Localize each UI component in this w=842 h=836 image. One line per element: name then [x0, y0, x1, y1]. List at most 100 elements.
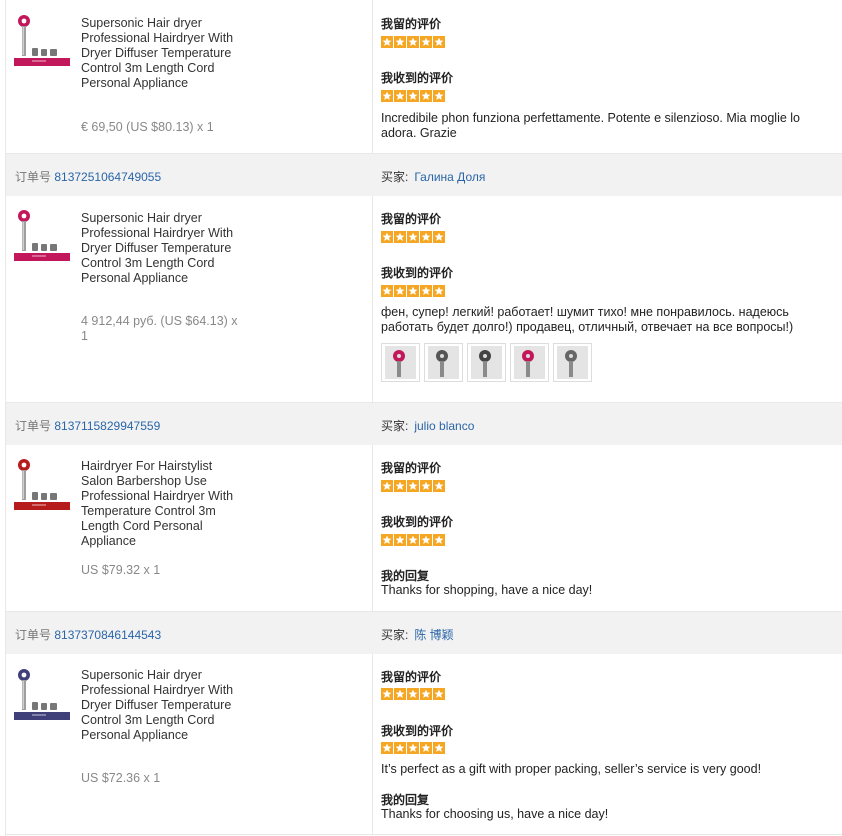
star-icon — [381, 480, 393, 492]
star-icon — [420, 688, 432, 700]
product-title[interactable]: Supersonic Hair dryer Professional Haird… — [81, 211, 241, 286]
star-icon — [433, 742, 445, 754]
hair-dryer-icon — [14, 207, 70, 263]
star-icon — [420, 231, 432, 243]
review-photos — [381, 343, 592, 382]
review-photo-image — [471, 346, 502, 379]
buyer-label: 买家: — [381, 170, 409, 184]
star-icon — [394, 285, 406, 297]
received-review-label: 我收到的评价 — [381, 724, 454, 738]
my-review-label: 我留的评价 — [381, 670, 442, 684]
order-header: 订单号 8137370846144543 买家: 陈 博颖 — [6, 612, 842, 654]
buyer-label: 买家: — [381, 419, 409, 433]
buyer-name-link[interactable]: julio blanco — [414, 419, 474, 433]
star-icon — [407, 90, 419, 102]
order-row: Supersonic Hair dryer Professional Haird… — [6, 196, 842, 403]
star-icon — [433, 688, 445, 700]
star-icon — [407, 231, 419, 243]
review-photo-image — [514, 346, 545, 379]
received-review-label: 我收到的评价 — [381, 71, 454, 85]
product-title[interactable]: Supersonic Hair dryer Professional Haird… — [81, 668, 241, 743]
my-reply-label: 我的回复 — [381, 793, 430, 807]
star-icon — [433, 285, 445, 297]
received-rating-stars — [381, 285, 445, 297]
my-reply-text: Thanks for choosing us, have a nice day! — [381, 807, 609, 821]
product-thumbnail[interactable] — [14, 12, 70, 68]
order-header: 订单号 8137251064749055 买家: Галина Доля — [6, 154, 842, 196]
review-photo[interactable] — [553, 343, 592, 382]
product-price: US $72.36 x 1 — [81, 771, 161, 785]
star-icon — [433, 231, 445, 243]
order-number-label: 订单号 — [15, 628, 52, 642]
my-rating-stars — [381, 688, 445, 700]
received-review-label: 我收到的评价 — [381, 266, 454, 280]
received-review-text: Incredibile phon funziona perfettamente.… — [381, 111, 801, 140]
my-rating-stars — [381, 36, 445, 48]
star-icon — [381, 688, 393, 700]
star-icon — [394, 688, 406, 700]
buyer-label: 买家: — [381, 628, 409, 642]
star-icon — [394, 231, 406, 243]
order-header: 订单号 8137115829947559 买家: julio blanco — [6, 403, 842, 445]
star-icon — [420, 90, 432, 102]
product-title[interactable]: Supersonic Hair dryer Professional Haird… — [81, 16, 241, 91]
review-photo-image — [385, 346, 416, 379]
my-review-label: 我留的评价 — [381, 212, 442, 226]
hair-dryer-icon — [14, 666, 70, 722]
order-number-link[interactable]: 8137370846144543 — [54, 628, 161, 642]
star-icon — [381, 231, 393, 243]
product-price: € 69,50 (US $80.13) x 1 — [81, 120, 214, 134]
order-number-label: 订单号 — [15, 419, 52, 433]
star-icon — [394, 480, 406, 492]
star-icon — [407, 285, 419, 297]
received-rating-stars — [381, 90, 445, 102]
order-number-link[interactable]: 8137251064749055 — [54, 170, 161, 184]
product-thumbnail[interactable] — [14, 207, 70, 263]
star-icon — [394, 90, 406, 102]
star-icon — [420, 36, 432, 48]
star-icon — [394, 534, 406, 546]
star-icon — [433, 480, 445, 492]
hair-dryer-icon — [14, 12, 70, 68]
star-icon — [420, 285, 432, 297]
order-row: Supersonic Hair dryer Professional Haird… — [6, 654, 842, 835]
my-rating-stars — [381, 480, 445, 492]
received-review-label: 我收到的评价 — [381, 515, 454, 529]
star-icon — [420, 742, 432, 754]
star-icon — [394, 742, 406, 754]
review-photo[interactable] — [424, 343, 463, 382]
my-review-label: 我留的评价 — [381, 17, 442, 31]
buyer-name-link[interactable]: Галина Доля — [414, 170, 485, 184]
review-photo-image — [428, 346, 459, 379]
star-icon — [433, 534, 445, 546]
received-rating-stars — [381, 534, 445, 546]
order-row: Hairdryer For Hairstylist Salon Barbersh… — [6, 445, 842, 612]
star-icon — [381, 285, 393, 297]
review-photo[interactable] — [467, 343, 506, 382]
star-icon — [407, 36, 419, 48]
product-thumbnail[interactable] — [14, 456, 70, 512]
star-icon — [407, 534, 419, 546]
hair-dryer-icon — [14, 456, 70, 512]
review-photo[interactable] — [510, 343, 549, 382]
order-number-link[interactable]: 8137115829947559 — [54, 419, 160, 433]
star-icon — [381, 36, 393, 48]
star-icon — [420, 534, 432, 546]
review-photo[interactable] — [381, 343, 420, 382]
product-price: 4 912,44 руб. (US $64.13) x 1 — [81, 314, 238, 343]
star-icon — [407, 742, 419, 754]
star-icon — [381, 90, 393, 102]
my-reply-label: 我的回复 — [381, 569, 430, 583]
received-review-text: фен, супер! легкий! работает! шумит тихо… — [381, 305, 794, 334]
product-title[interactable]: Hairdryer For Hairstylist Salon Barbersh… — [81, 459, 241, 549]
received-rating-stars — [381, 742, 445, 754]
order-row: Supersonic Hair dryer Professional Haird… — [6, 0, 842, 154]
star-icon — [381, 742, 393, 754]
star-icon — [433, 90, 445, 102]
received-review-text: It’s perfect as a gift with proper packi… — [381, 762, 762, 776]
star-icon — [420, 480, 432, 492]
star-icon — [407, 480, 419, 492]
buyer-name-link[interactable]: 陈 博颖 — [414, 628, 453, 642]
star-icon — [433, 36, 445, 48]
product-thumbnail[interactable] — [14, 666, 70, 722]
